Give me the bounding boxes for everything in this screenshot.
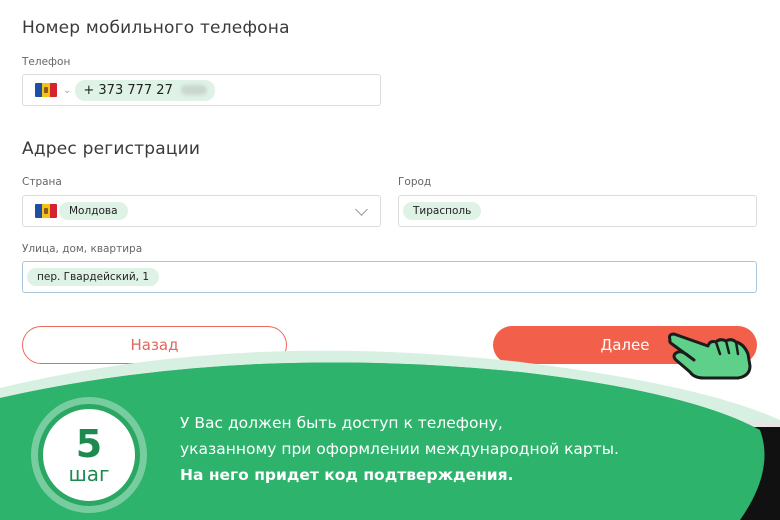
step-line-1: У Вас должен быть доступ к телефону, [180, 414, 503, 432]
step-line-3: На него придет код подтверждения. [180, 466, 514, 484]
step-line-2: указанному при оформлении международной … [180, 440, 619, 458]
step-word: шаг [68, 462, 110, 486]
step-badge: 5 шаг [38, 404, 140, 506]
step-number: 5 [75, 422, 103, 466]
step-description: У Вас должен быть доступ к телефону, ука… [180, 410, 740, 488]
